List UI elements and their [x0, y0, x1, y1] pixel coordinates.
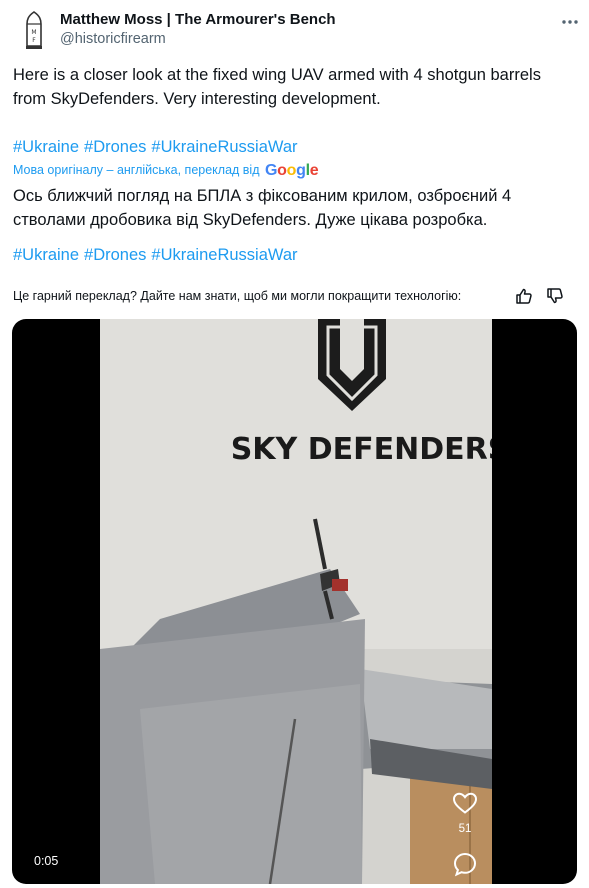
video-frame: SKY DEFENDERS — [100, 319, 492, 884]
hashtag-link[interactable]: #Drones — [84, 138, 146, 156]
like-count: 51 — [458, 823, 472, 835]
video-timestamp: 0:05 — [34, 854, 59, 868]
translated-text: Ось ближчий погляд на БПЛА з фіксованим … — [13, 187, 512, 229]
hashtag-link[interactable]: #Ukraine — [13, 246, 79, 264]
hashtag-link[interactable]: #UkraineRussiaWar — [151, 246, 297, 264]
video-player[interactable]: SKY DEFENDERS 0:05 51 — [12, 319, 577, 884]
hashtag-link[interactable]: #Ukraine — [13, 138, 79, 156]
more-icon[interactable] — [560, 12, 580, 32]
translation-feedback-question: Це гарний переклад? Дайте нам знати, щоб… — [13, 289, 462, 303]
google-logo: Google — [265, 162, 319, 179]
svg-text:F: F — [32, 37, 36, 44]
hashtags: #Ukraine #Drones #UkraineRussiaWar — [13, 135, 303, 159]
hashtag-link[interactable]: #UkraineRussiaWar — [151, 138, 297, 156]
translated-hashtags: #Ukraine #Drones #UkraineRussiaWar — [13, 243, 303, 267]
thumbs-down-icon[interactable] — [546, 287, 564, 305]
translation-note: Мова оригіналу – англійська, переклад ві… — [13, 162, 319, 180]
author-handle[interactable]: @historicfirearm — [60, 31, 166, 47]
translation-note-text: Мова оригіналу – англійська, переклад ві… — [13, 163, 260, 177]
post-text: Here is a closer look at the fixed wing … — [13, 66, 541, 108]
comment-icon[interactable] — [452, 851, 478, 877]
hashtag-link[interactable]: #Drones — [84, 246, 146, 264]
thumbs-up-icon[interactable] — [515, 287, 533, 305]
wall-logo-text: SKY DEFENDERS — [231, 432, 492, 467]
svg-text:M: M — [31, 29, 36, 36]
author-name[interactable]: Matthew Moss | The Armourer's Bench — [60, 11, 336, 28]
cartridge-logo-icon: M F — [26, 11, 42, 49]
heart-icon[interactable] — [452, 791, 478, 815]
